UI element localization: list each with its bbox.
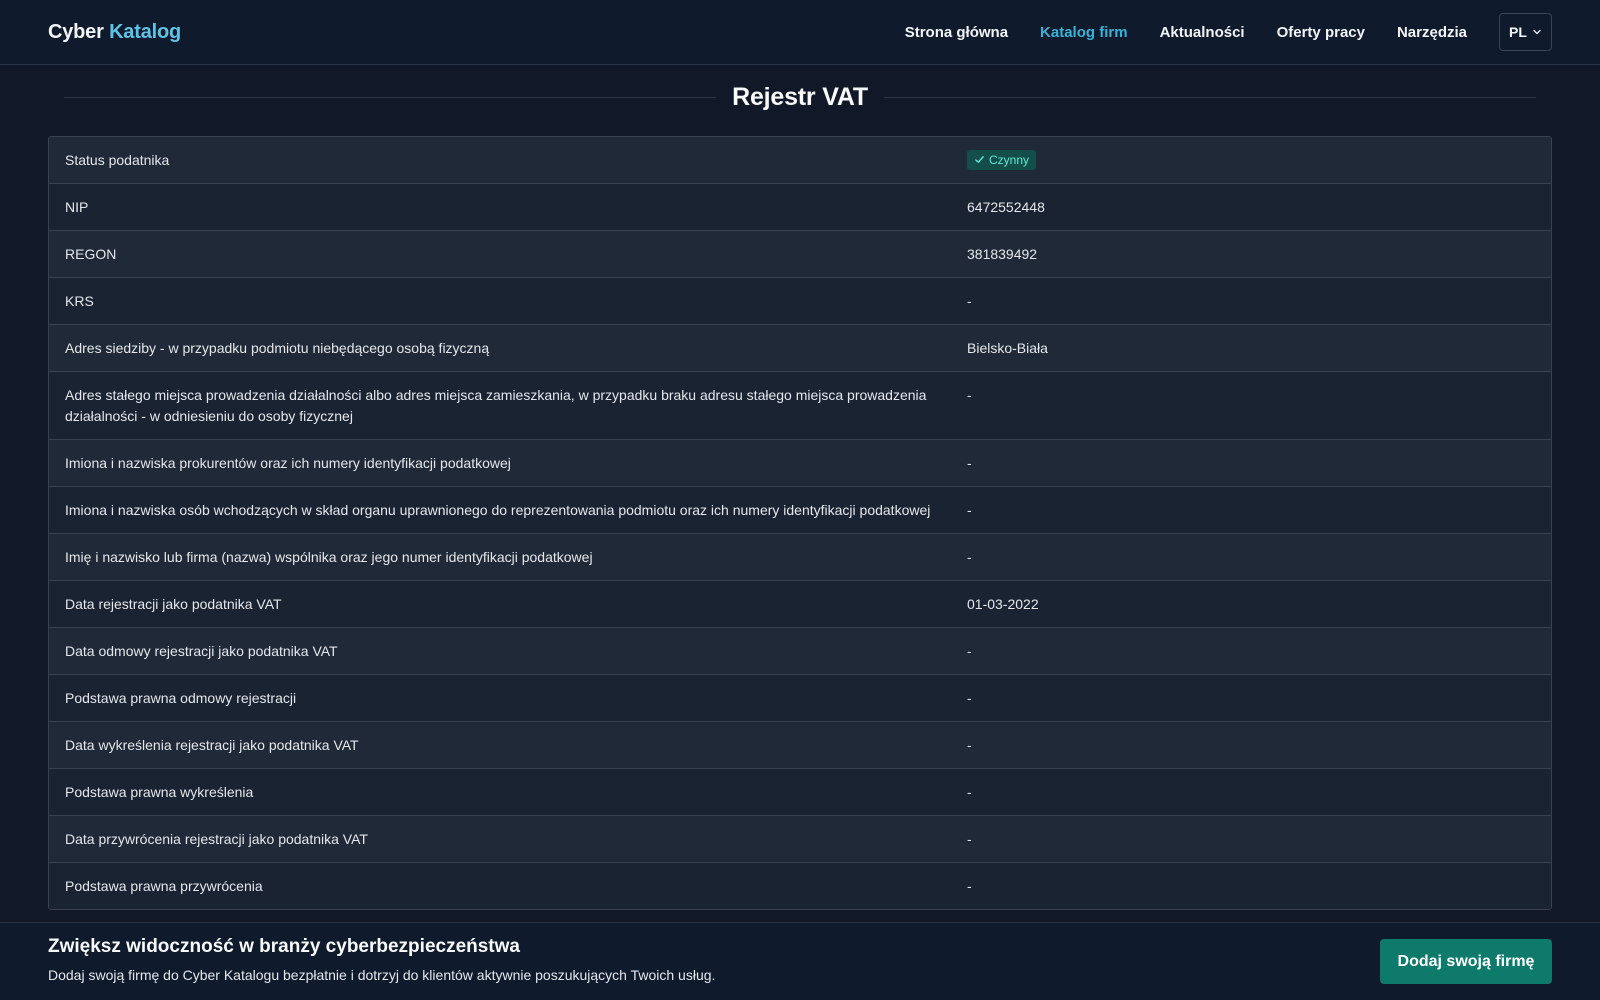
- brand-logo[interactable]: Cyber Katalog: [48, 21, 181, 44]
- row-label: Podstawa prawna odmowy rejestracji: [65, 690, 297, 706]
- divider-left: [64, 96, 717, 98]
- table-row-partner: Imię i nazwisko lub firma (nazwa) wspóln…: [49, 533, 1551, 580]
- nav-link-company-catalog[interactable]: Katalog firm: [1040, 24, 1128, 41]
- row-value: -: [967, 831, 972, 847]
- row-label: Adres stałego miejsca prowadzenia działa…: [65, 387, 927, 424]
- divider-right: [883, 96, 1536, 98]
- table-row-status: Status podatnika Czynny: [49, 137, 1551, 183]
- table-row-regon: REGON 381839492: [49, 230, 1551, 277]
- row-value: -: [967, 878, 972, 894]
- status-badge-label: Czynny: [989, 152, 1030, 167]
- row-label: Imiona i nazwiska prokurentów oraz ich n…: [65, 455, 511, 471]
- row-label: Data wykreślenia rejestracji jako podatn…: [65, 737, 359, 753]
- row-value: -: [967, 387, 972, 403]
- row-label: KRS: [65, 293, 94, 309]
- row-value: Czynny: [967, 149, 1535, 171]
- nav-link-tools[interactable]: Narzędzia: [1397, 24, 1467, 41]
- table-row-proxies: Imiona i nazwiska prokurentów oraz ich n…: [49, 439, 1551, 486]
- row-label: Podstawa prawna przywrócenia: [65, 878, 263, 894]
- banner-description: Dodaj swoją firmę do Cyber Katalogu bezp…: [48, 967, 716, 983]
- table-row-registered-address: Adres siedziby - w przypadku podmiotu ni…: [49, 324, 1551, 371]
- row-value: -: [967, 549, 972, 565]
- row-label: Imię i nazwisko lub firma (nazwa) wspóln…: [65, 549, 593, 565]
- row-label: Data przywrócenia rejestracji jako podat…: [65, 831, 368, 847]
- row-value: -: [967, 737, 972, 753]
- table-row-nip: NIP 6472552448: [49, 183, 1551, 230]
- table-row-removal-basis: Podstawa prawna wykreślenia -: [49, 768, 1551, 815]
- row-value: -: [967, 690, 972, 706]
- table-row-refusal-date: Data odmowy rejestracji jako podatnika V…: [49, 627, 1551, 674]
- chevron-down-icon: [1533, 29, 1541, 35]
- table-row-restoration-basis: Podstawa prawna przywrócenia -: [49, 862, 1551, 909]
- nav-link-home[interactable]: Strona główna: [905, 24, 1008, 41]
- check-icon: [975, 156, 984, 163]
- promo-banner: Zwiększ widoczność w branży cyberbezpiec…: [0, 922, 1600, 1000]
- brand-name-part1: Cyber: [48, 20, 104, 43]
- page-title: Rejestr VAT: [732, 82, 868, 111]
- row-label: Data rejestracji jako podatnika VAT: [65, 596, 282, 612]
- banner-text: Zwiększ widoczność w branży cyberbezpiec…: [48, 936, 1380, 983]
- table-row-registration-date: Data rejestracji jako podatnika VAT 01-0…: [49, 580, 1551, 627]
- table-row-krs: KRS -: [49, 277, 1551, 324]
- main-nav: Strona główna Katalog firm Aktualności O…: [873, 13, 1552, 51]
- table-row-refusal-basis: Podstawa prawna odmowy rejestracji -: [49, 674, 1551, 721]
- row-value: -: [967, 502, 972, 518]
- brand-name-part2: Katalog: [109, 20, 182, 43]
- row-label: Imiona i nazwiska osób wchodzących w skł…: [65, 502, 931, 518]
- table-row-restoration-date: Data przywrócenia rejestracji jako podat…: [49, 815, 1551, 862]
- row-value: -: [967, 293, 972, 309]
- table-row-representatives: Imiona i nazwiska osób wchodzących w skł…: [49, 486, 1551, 533]
- row-value: 6472552448: [967, 199, 1045, 215]
- row-value: 381839492: [967, 246, 1038, 262]
- row-label: Data odmowy rejestracji jako podatnika V…: [65, 643, 338, 659]
- nav-link-news[interactable]: Aktualności: [1160, 24, 1245, 41]
- top-navbar: Cyber Katalog Strona główna Katalog firm…: [0, 0, 1600, 65]
- table-row-business-address: Adres stałego miejsca prowadzenia działa…: [49, 371, 1551, 439]
- nav-link-jobs[interactable]: Oferty pracy: [1277, 24, 1365, 41]
- vat-register-table: Status podatnika Czynny NIP 6472552448 R…: [48, 136, 1552, 910]
- row-value: Bielsko-Biała: [967, 340, 1048, 356]
- row-label: Adres siedziby - w przypadku podmiotu ni…: [65, 340, 490, 356]
- banner-title: Zwiększ widoczność w branży cyberbezpiec…: [48, 936, 520, 957]
- section-heading: Rejestr VAT: [64, 77, 1536, 117]
- add-company-button[interactable]: Dodaj swoją firmę: [1380, 939, 1552, 984]
- row-value: -: [967, 643, 972, 659]
- row-label: Podstawa prawna wykreślenia: [65, 784, 254, 800]
- row-value: -: [967, 455, 972, 471]
- row-label: REGON: [65, 246, 117, 262]
- row-label: NIP: [65, 199, 89, 215]
- status-badge: Czynny: [967, 149, 1037, 170]
- language-selector[interactable]: PL: [1499, 13, 1552, 51]
- row-value: -: [967, 784, 972, 800]
- row-value: 01-03-2022: [967, 596, 1039, 612]
- row-label: Status podatnika: [65, 152, 170, 168]
- language-code: PL: [1509, 24, 1527, 40]
- table-row-removal-date: Data wykreślenia rejestracji jako podatn…: [49, 721, 1551, 768]
